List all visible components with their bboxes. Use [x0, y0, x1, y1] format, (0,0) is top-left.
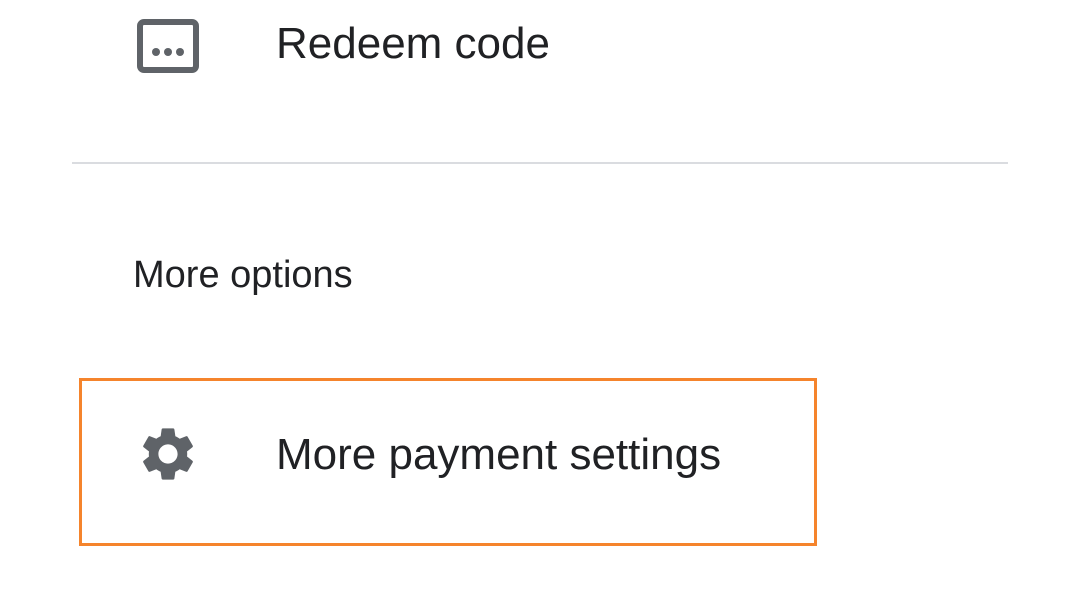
more-payment-settings-label: More payment settings — [276, 430, 722, 479]
more-payment-settings-item[interactable]: More payment settings — [0, 378, 1080, 546]
payment-menu-screen: Redeem code More options More payment se… — [0, 0, 1080, 607]
gear-icon — [136, 422, 200, 486]
redeem-code-label: Redeem code — [276, 19, 550, 68]
more-options-header: More options — [133, 254, 353, 296]
redeem-code-icon — [136, 14, 200, 78]
section-divider — [72, 162, 1008, 164]
redeem-code-item[interactable]: Redeem code — [0, 0, 1080, 92]
